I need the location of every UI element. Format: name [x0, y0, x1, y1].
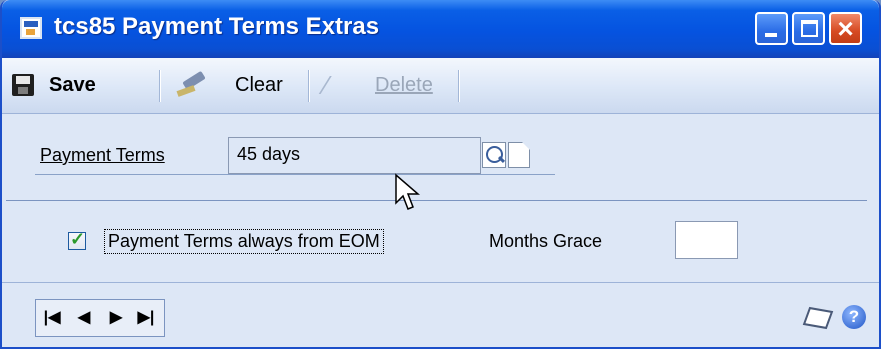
minimize-icon	[765, 33, 777, 37]
section-divider	[6, 200, 867, 201]
payment-terms-label[interactable]: Payment Terms	[40, 145, 165, 166]
last-record-button[interactable]: ▶|	[136, 306, 156, 330]
record-navigation: |◀ ◀ ▶ ▶|	[35, 299, 165, 337]
maximize-button[interactable]	[792, 12, 825, 45]
new-document-icon[interactable]	[508, 142, 530, 168]
delete-icon: ⁄	[324, 70, 329, 100]
months-grace-label: Months Grace	[489, 231, 603, 251]
save-icon[interactable]	[12, 74, 34, 96]
eom-checkbox[interactable]: ✓	[68, 229, 86, 250]
payment-terms-extras-window: tcs85 Payment Terms Extras × Save Clear …	[0, 0, 881, 349]
footer: |◀ ◀ ▶ ▶| ?	[2, 282, 879, 347]
toolbar-separator	[159, 70, 161, 102]
magnifier-icon[interactable]	[482, 142, 506, 168]
delete-label: Delete	[375, 73, 433, 96]
mouse-cursor-icon	[395, 173, 420, 210]
note-icon[interactable]	[802, 305, 832, 329]
window-app-icon	[20, 17, 42, 39]
title-bar[interactable]: tcs85 Payment Terms Extras ×	[2, 0, 879, 58]
next-record-button[interactable]: ▶	[106, 306, 126, 330]
form-area: Payment Terms 45 days ✓ Payment Terms al…	[2, 115, 879, 281]
eom-label[interactable]: Payment Terms always from EOM	[104, 229, 384, 254]
help-icon[interactable]: ?	[842, 305, 866, 329]
close-icon: ×	[837, 13, 854, 44]
months-grace-input[interactable]	[675, 221, 738, 259]
clear-button[interactable]: Clear	[235, 70, 283, 100]
delete-button[interactable]: Delete	[375, 70, 433, 100]
checkmark-icon: ✓	[70, 229, 86, 249]
payment-terms-field[interactable]: 45 days	[228, 137, 481, 174]
toolbar-separator	[458, 70, 460, 102]
first-record-button[interactable]: |◀	[42, 306, 62, 330]
toolbar: Save Clear ⁄ Delete	[2, 58, 879, 114]
payment-terms-underline	[35, 174, 555, 175]
previous-record-button[interactable]: ◀	[74, 306, 94, 330]
eraser-icon[interactable]	[177, 74, 205, 96]
close-button[interactable]: ×	[829, 12, 862, 45]
save-button[interactable]: Save	[49, 70, 96, 100]
clear-label: Clear	[235, 73, 283, 96]
maximize-icon	[801, 20, 818, 37]
minimize-button[interactable]	[755, 12, 788, 45]
toolbar-separator	[308, 70, 310, 102]
window-title: tcs85 Payment Terms Extras	[54, 13, 380, 40]
save-label: Save	[49, 73, 96, 96]
